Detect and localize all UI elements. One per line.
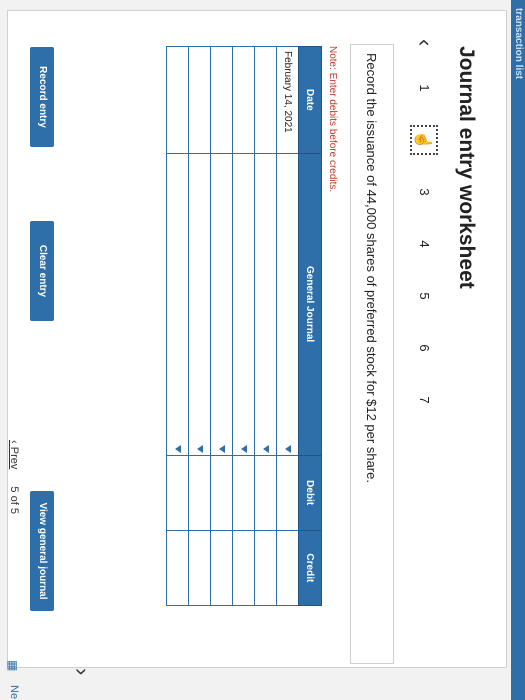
record-entry-button[interactable]: Record entry (30, 47, 54, 147)
debit-input[interactable] (188, 455, 211, 531)
step-1[interactable]: 1 (410, 73, 438, 103)
dropdown-arrow-icon[interactable] (197, 444, 203, 453)
step-5[interactable]: 5 (410, 281, 438, 311)
prompt-box: Record the issuance of 44,000 shares of … (350, 44, 394, 664)
pager: ‹ Prev 5 of 5 (8, 440, 20, 514)
page-total: of 5 (8, 495, 20, 514)
prev-step-chevron-icon[interactable]: ‹ (412, 39, 438, 46)
step-4[interactable]: 4 (410, 229, 438, 259)
debit-input[interactable] (232, 455, 255, 531)
dropdown-arrow-icon[interactable] (241, 444, 247, 453)
rotated-screen: transaction list Journal entry worksheet… (0, 0, 525, 700)
top-bar-label: transaction list (513, 8, 524, 80)
date-cell[interactable] (232, 46, 255, 154)
top-bar: transaction list (511, 0, 525, 700)
credit-input[interactable] (254, 530, 277, 606)
journal-table: Date General Journal Debit Credit Februa… (166, 46, 322, 606)
table-row (210, 46, 233, 606)
credit-input[interactable] (210, 530, 233, 606)
step-7[interactable]: 7 (410, 385, 438, 415)
grid-menu-icon[interactable]: ▦ (6, 660, 20, 671)
dropdown-arrow-icon[interactable] (175, 444, 181, 453)
next-page-link[interactable]: Ne (8, 685, 20, 699)
account-select[interactable] (166, 153, 189, 456)
header-credit: Credit (298, 530, 322, 606)
worksheet-title: Journal entry worksheet (455, 46, 478, 289)
credit-input[interactable] (166, 530, 189, 606)
debit-input[interactable] (254, 455, 277, 531)
account-select[interactable] (210, 153, 233, 456)
view-general-journal-button[interactable]: View general journal (30, 491, 54, 611)
date-cell[interactable] (254, 46, 277, 154)
account-select[interactable] (276, 153, 299, 456)
step-navigation: 1 ☝ 3 4 5 6 7 (408, 73, 438, 453)
account-select[interactable] (254, 153, 277, 456)
table-row (232, 46, 255, 606)
note-text: Note: Enter debits before credits. (327, 46, 338, 193)
date-cell[interactable]: February 14, 2021 (276, 46, 299, 154)
step-3[interactable]: 3 (410, 177, 438, 207)
debit-input[interactable] (210, 455, 233, 531)
table-row (166, 46, 189, 606)
dropdown-arrow-icon[interactable] (263, 444, 269, 453)
date-cell[interactable] (210, 46, 233, 154)
credit-input[interactable] (276, 530, 299, 606)
step-2-active[interactable]: ☝ (410, 125, 438, 155)
table-row (254, 46, 277, 606)
current-page[interactable]: 5 (8, 486, 20, 492)
debit-input[interactable] (276, 455, 299, 531)
header-debit: Debit (298, 455, 322, 531)
account-select[interactable] (232, 153, 255, 456)
date-cell[interactable] (188, 46, 211, 154)
credit-input[interactable] (232, 530, 255, 606)
prev-page-link[interactable]: ‹ Prev (8, 440, 20, 469)
worksheet-panel: Journal entry worksheet ‹ 1 ☝ 3 4 5 6 7 … (7, 10, 507, 668)
debit-input[interactable] (166, 455, 189, 531)
credit-input[interactable] (188, 530, 211, 606)
table-row: February 14, 2021 (276, 46, 299, 606)
dropdown-arrow-icon[interactable] (219, 444, 225, 453)
header-general-journal: General Journal (298, 153, 322, 456)
date-cell[interactable] (166, 46, 189, 154)
pointer-hand-icon: ☝ (414, 130, 431, 150)
clear-entry-button[interactable]: Clear entry (30, 221, 54, 321)
header-date: Date (298, 46, 322, 154)
table-row (188, 46, 211, 606)
dropdown-arrow-icon[interactable] (285, 444, 291, 453)
next-step-chevron-icon[interactable]: › (69, 668, 95, 675)
step-6[interactable]: 6 (410, 333, 438, 363)
account-select[interactable] (188, 153, 211, 456)
